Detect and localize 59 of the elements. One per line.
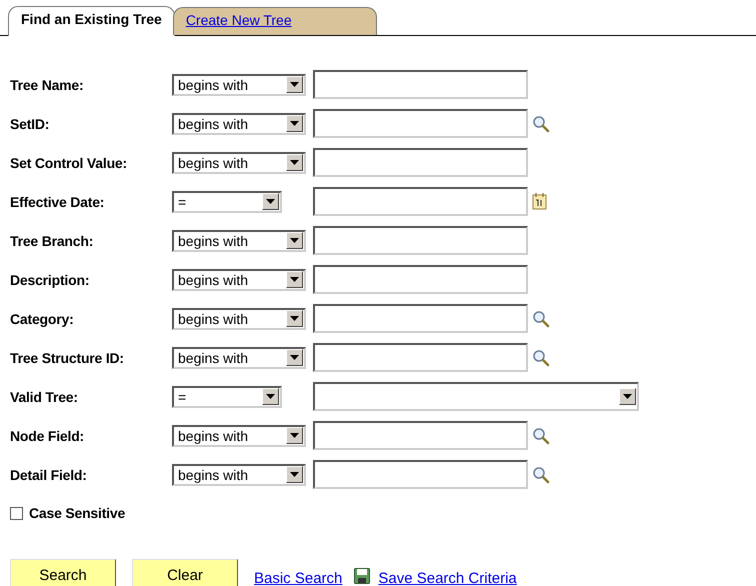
dropdown-arrow-icon (623, 394, 632, 399)
action-button[interactable]: Search (10, 559, 116, 586)
dropdown-arrow-icon (266, 199, 275, 204)
operator-dropdown[interactable]: = (172, 386, 282, 408)
field-label: Valid Tree: (10, 388, 79, 404)
action-button[interactable]: Clear (132, 559, 238, 586)
input-field[interactable] (313, 187, 528, 216)
dropdown-arrow-icon (290, 277, 299, 282)
field-label: Set Control Value: (10, 154, 128, 170)
field-label: Node Field: (10, 428, 86, 444)
tab[interactable]: Create New Tree (172, 7, 377, 35)
input-field[interactable] (313, 343, 528, 372)
input-field[interactable] (313, 226, 528, 255)
field-label: Tree Branch: (10, 232, 94, 248)
dropdown-arrow-icon (290, 316, 299, 321)
input-field[interactable] (313, 304, 528, 333)
field-label: Description: (10, 272, 90, 288)
input-field[interactable] (313, 148, 528, 177)
dropdown-arrow-icon (290, 355, 299, 360)
operator-dropdown[interactable]: begins with (172, 268, 306, 290)
operator-dropdown[interactable]: begins with (172, 112, 306, 134)
search-icon[interactable] (532, 426, 550, 444)
field-label: Category: (10, 310, 75, 326)
operator-dropdown[interactable]: begins with (172, 464, 306, 486)
link[interactable]: Basic Search (254, 570, 342, 586)
link[interactable]: Save Search Criteria (378, 570, 517, 586)
operator-dropdown[interactable]: begins with (172, 346, 306, 368)
operator-dropdown[interactable]: begins with (172, 424, 306, 446)
field-label: Tree Name: (10, 76, 84, 92)
dropdown-arrow-icon (290, 160, 299, 165)
input-field[interactable] (313, 109, 528, 138)
checkbox[interactable] (10, 506, 23, 520)
dropdown-arrow-icon (290, 472, 299, 477)
field-label: SetID: (10, 116, 50, 132)
search-icon[interactable] (532, 310, 550, 328)
input-field[interactable] (313, 70, 528, 99)
field-label: Detail Field: (10, 466, 88, 482)
search-icon[interactable] (532, 466, 550, 484)
value-dropdown[interactable] (313, 382, 639, 411)
operator-dropdown[interactable]: begins with (172, 308, 306, 330)
dropdown-arrow-icon (290, 121, 299, 126)
dropdown-arrow-icon (290, 82, 299, 87)
checkbox-label: Case Sensitive (29, 505, 126, 521)
field-label: Tree Structure ID: (10, 350, 125, 366)
dropdown-arrow-icon (290, 238, 299, 243)
field-label: Effective Date: (10, 194, 106, 210)
input-field[interactable] (313, 265, 528, 294)
input-field[interactable] (313, 421, 528, 450)
search-icon[interactable] (532, 114, 550, 132)
dropdown-arrow-icon (290, 433, 299, 438)
search-icon[interactable] (532, 348, 550, 366)
dropdown-arrow-icon (266, 394, 275, 399)
operator-dropdown[interactable]: = (172, 190, 282, 212)
calendar-icon[interactable] (532, 193, 548, 210)
operator-dropdown[interactable]: begins with (172, 230, 306, 252)
operator-dropdown[interactable]: begins with (172, 152, 306, 174)
operator-dropdown[interactable]: begins with (172, 74, 306, 96)
input-field[interactable] (313, 460, 528, 489)
tab[interactable]: Find an Existing Tree (8, 6, 175, 36)
